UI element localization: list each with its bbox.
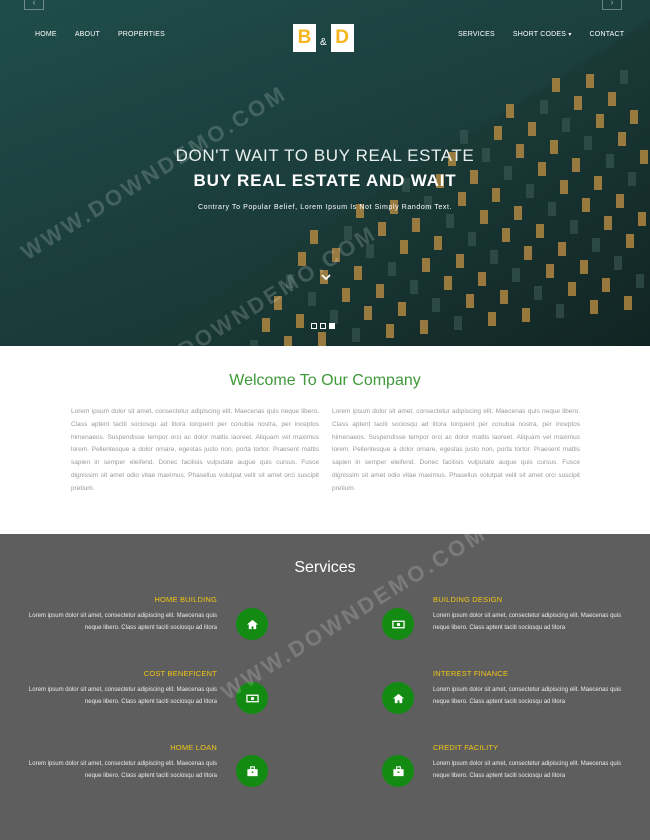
nav-about[interactable]: ABOUT — [66, 31, 109, 38]
service-desc: Lorem ipsum dolor sit amet, consectetur … — [28, 761, 217, 779]
service-title: INTEREST FINANCE — [433, 669, 509, 678]
service-desc: Lorem ipsum dolor sit amet, consectetur … — [28, 613, 217, 631]
service-title: CREDIT FACILITY — [433, 743, 499, 752]
services-section: Services HOME BUILDING Lorem ipsum dolor… — [0, 534, 650, 840]
welcome-text-right: Lorem ipsum dolor sit amet, consectetur … — [332, 408, 580, 492]
carousel-dot-3[interactable] — [329, 323, 335, 329]
service-title: HOME LOAN — [170, 743, 217, 752]
hero-subtitle: Contrary To Popular Belief, Lorem Ipsum … — [197, 204, 453, 211]
slider-next-arrow[interactable]: › — [602, 0, 622, 10]
briefcase-icon — [236, 755, 268, 787]
site-logo[interactable]: B & D — [293, 23, 354, 53]
service-desc: Lorem ipsum dolor sit amet, consectetur … — [433, 613, 622, 631]
service-credit-facility: CREDIT FACILITY Lorem ipsum dolor sit am… — [433, 743, 633, 782]
service-desc: Lorem ipsum dolor sit amet, consectetur … — [433, 761, 622, 779]
hero-title-line1: DON'T WAIT TO BUY REAL ESTATE — [175, 146, 475, 165]
money-icon — [382, 608, 414, 640]
service-title: COST BENEFICENT — [143, 669, 217, 678]
welcome-section: Welcome To Our Company Lorem ipsum dolor… — [0, 346, 650, 534]
logo-ampersand: & — [320, 36, 327, 48]
service-title: HOME BUILDING — [154, 595, 217, 604]
money-icon — [236, 682, 268, 714]
service-building-design: BUILDING DESIGN Lorem ipsum dolor sit am… — [433, 595, 633, 634]
carousel-dot-1[interactable] — [311, 323, 317, 329]
carousel-dot-2[interactable] — [320, 323, 326, 329]
briefcase-icon — [382, 755, 414, 787]
service-home-loan: HOME LOAN Lorem ipsum dolor sit amet, co… — [17, 743, 217, 782]
services-title: Services — [294, 559, 356, 576]
service-cost-beneficent: COST BENEFICENT Lorem ipsum dolor sit am… — [17, 669, 217, 708]
slider-prev-arrow[interactable]: ‹ — [24, 0, 44, 10]
welcome-title: Welcome To Our Company — [229, 372, 421, 389]
nav-contact[interactable]: CONTACT — [581, 31, 634, 38]
hero-banner: ‹ › HOME ABOUT PROPERTIES B & D SERVICES… — [0, 0, 650, 346]
logo-letter-b: B — [293, 24, 316, 52]
nav-short-codes-label: SHORT CODES — [512, 31, 567, 38]
main-nav-right: SERVICES SHORT CODES ▾ CONTACT — [449, 31, 633, 38]
hero-title-line2: BUY REAL ESTATE AND WAIT — [193, 171, 457, 190]
home-icon — [382, 682, 414, 714]
chevron-down-icon[interactable] — [318, 272, 334, 286]
home-icon — [236, 608, 268, 640]
welcome-text-left: Lorem ipsum dolor sit amet, consectetur … — [71, 408, 319, 492]
nav-services[interactable]: SERVICES — [449, 31, 504, 38]
carousel-dots — [311, 323, 335, 329]
service-home-building: HOME BUILDING Lorem ipsum dolor sit amet… — [17, 595, 217, 634]
service-interest-finance: INTEREST FINANCE Lorem ipsum dolor sit a… — [433, 669, 633, 708]
service-desc: Lorem ipsum dolor sit amet, consectetur … — [28, 687, 217, 705]
caret-down-icon: ▾ — [568, 32, 572, 38]
nav-short-codes[interactable]: SHORT CODES ▾ — [504, 31, 581, 38]
nav-home[interactable]: HOME — [26, 31, 66, 38]
nav-properties[interactable]: PROPERTIES — [109, 31, 174, 38]
service-desc: Lorem ipsum dolor sit amet, consectetur … — [433, 687, 622, 705]
logo-letter-d: D — [330, 24, 354, 52]
service-title: BUILDING DESIGN — [433, 595, 503, 604]
main-nav-left: HOME ABOUT PROPERTIES — [26, 31, 174, 38]
